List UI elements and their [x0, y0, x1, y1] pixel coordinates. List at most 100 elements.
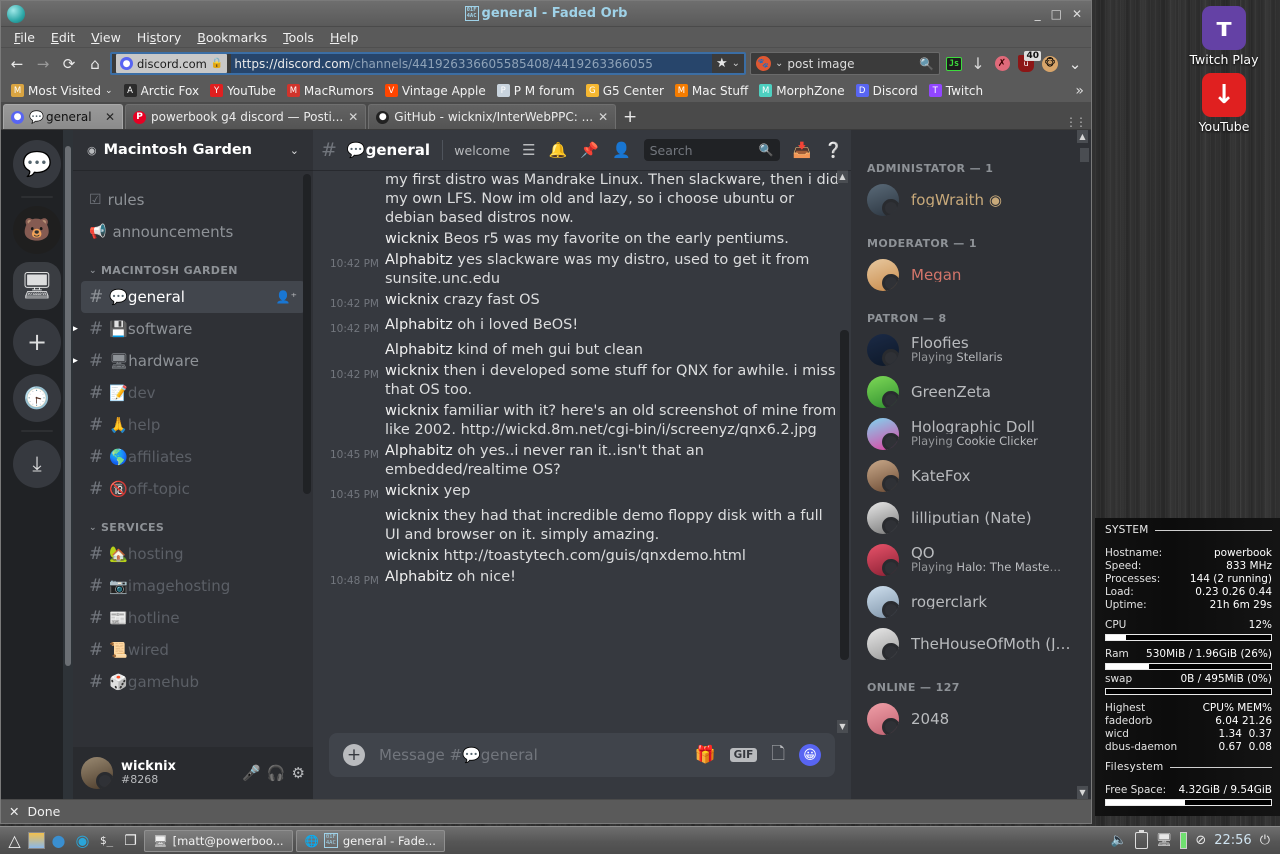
menu-edit[interactable]: Edit — [44, 29, 82, 46]
member-row[interactable]: 2048 — [859, 698, 1083, 740]
chevron-down-icon[interactable]: ⌄ — [105, 86, 113, 96]
minimize-button[interactable]: _ — [1035, 7, 1041, 21]
menu-tools[interactable]: Tools — [276, 29, 321, 46]
monkey-extension-icon[interactable]: 🐵 — [1040, 54, 1060, 74]
duckduckgo-icon[interactable]: 🐾 — [756, 56, 771, 71]
bookmark-morphzone[interactable]: M MorphZone — [754, 83, 849, 99]
bookmark-twitch[interactable]: T Twitch — [924, 83, 988, 99]
member-row[interactable]: Holographic Doll Playing Cookie Clicker — [859, 413, 1083, 455]
firefox-icon[interactable]: ◉ — [72, 830, 93, 851]
bird-browser-icon[interactable]: ● — [48, 830, 69, 851]
menu-file[interactable]: File — [7, 29, 42, 46]
channel-item-imagehosting[interactable]: # 📷imagehosting — [81, 570, 305, 602]
url-bar[interactable]: ● discord.com 🔒 https://discord.com/chan… — [110, 52, 746, 75]
message-author[interactable]: wicknix — [385, 483, 444, 499]
channel-item-dev[interactable]: # 📝dev — [81, 377, 305, 409]
rail-scrollbar[interactable] — [63, 130, 73, 799]
guild-macyn[interactable]: 🐻 — [13, 206, 61, 254]
channel-item-hotline[interactable]: # 📰hotline — [81, 602, 305, 634]
channel-item-wired[interactable]: # 📜wired — [81, 634, 305, 666]
channel-item-help[interactable]: # 🙏help — [81, 409, 305, 441]
avatar[interactable] — [81, 757, 113, 789]
tab-general[interactable]: ● 💬 general ✕ — [3, 104, 123, 129]
message-author[interactable]: Alphabitz — [385, 443, 457, 459]
noscript-icon[interactable]: ✗ — [992, 54, 1012, 74]
terminal-icon[interactable]: $_ — [96, 830, 117, 851]
download-apps-button[interactable]: ⤓ — [13, 440, 61, 488]
bookmark-vintage-apple[interactable]: V Vintage Apple — [380, 83, 491, 99]
chevron-down-icon[interactable]: ⌄ — [290, 144, 299, 157]
menu-help[interactable]: Help — [323, 29, 366, 46]
desktop-icon-youtube[interactable]: ↓ YouTube — [1176, 73, 1272, 134]
gif-button[interactable]: GIF — [729, 748, 758, 762]
search-input[interactable]: post image — [787, 57, 915, 71]
battery-icon[interactable] — [1134, 830, 1148, 849]
bookmark-mac-stuff[interactable]: M Mac Stuff — [670, 83, 753, 99]
download-arrow-icon[interactable]: ↓ — [968, 54, 988, 74]
discord-home-button[interactable]: 💬 — [13, 140, 61, 188]
member-row[interactable]: Floofies Playing Stellaris — [859, 329, 1083, 371]
forward-button[interactable]: → — [32, 53, 54, 75]
search-bar[interactable]: 🐾 ⌄ post image 🔍 — [750, 52, 940, 75]
member-row[interactable]: GreenZeta — [859, 371, 1083, 413]
member-scrollbar[interactable]: ▲ ▼ — [1077, 130, 1089, 799]
category-macintosh-garden[interactable]: ⌄ MACINTOSH GARDEN — [73, 248, 313, 281]
power-icon[interactable]: ⏻ — [1260, 833, 1270, 848]
headphones-muted-icon[interactable]: 🎧 — [267, 764, 286, 782]
channel-item-announcements[interactable]: 📢 announcements — [81, 216, 305, 248]
ublock-origin-icon[interactable]: u 40 — [1016, 50, 1041, 74]
message-author[interactable]: wicknix — [385, 292, 444, 308]
message-author[interactable]: Alphabitz — [385, 252, 457, 268]
chevron-down-icon[interactable]: ⌄ — [775, 58, 783, 69]
emoji-icon[interactable]: 😀 — [799, 744, 821, 766]
guild-header[interactable]: ◉ Macintosh Garden ⌄ — [73, 130, 313, 170]
channel-item-software[interactable]: ▶ # 💾software — [73, 313, 305, 345]
volume-icon[interactable]: 🔈 — [1111, 833, 1127, 848]
do-not-disturb-icon[interactable]: ⊘ — [1195, 833, 1206, 848]
tab-close-icon[interactable]: ✕ — [105, 110, 115, 124]
desktop-icon-twitch-play[interactable]: ᴛ Twitch Play — [1176, 6, 1272, 67]
channel-item-off-topic[interactable]: # 🔞off-topic — [81, 473, 305, 505]
message-author[interactable]: wicknix — [385, 231, 444, 247]
scroll-up-arrow-icon[interactable]: ▲ — [1077, 130, 1088, 143]
stop-loading-icon[interactable]: ✕ — [9, 804, 19, 819]
notification-bell-icon[interactable]: 🔔 — [549, 141, 568, 159]
channel-item-hardware[interactable]: ▶ # 🖥hardware — [73, 345, 305, 377]
tab-close-icon[interactable]: ✕ — [348, 110, 358, 124]
guild-macintosh-garden[interactable]: 🖥 — [13, 262, 61, 310]
home-button[interactable]: ⌂ — [84, 53, 106, 75]
channel-item-gamehub[interactable]: # 🎲gamehub — [81, 666, 305, 698]
message-author[interactable]: Alphabitz — [385, 569, 457, 585]
tab-github[interactable]: ● GitHub - wicknix/InterWebPPC: ... ✕ — [368, 104, 617, 129]
member-row[interactable]: QOPlaying Halo: The Master Chi... — [859, 539, 1083, 581]
channel-item-rules[interactable]: ☑ rules — [81, 184, 305, 216]
sticker-icon[interactable]: 🗋 — [771, 741, 785, 770]
microphone-muted-icon[interactable]: 🎤 — [242, 764, 261, 782]
help-icon[interactable]: ❔ — [824, 141, 843, 159]
pinned-messages-icon[interactable]: 📌 — [580, 141, 599, 159]
tab-close-icon[interactable]: ✕ — [598, 110, 608, 124]
bookmark-p-m-forum[interactable]: PP M forum — [492, 83, 580, 99]
gift-icon[interactable]: 🎁 — [694, 745, 715, 765]
message-author[interactable]: wicknix — [385, 508, 444, 524]
windows-icon[interactable]: ❐ — [120, 830, 141, 851]
tab-pinterest[interactable]: P powerbook g4 discord — Posti... ✕ — [125, 104, 367, 129]
bookmark-youtube[interactable]: Y YouTube — [205, 83, 281, 99]
monitor-icon[interactable]: 🖥 — [1156, 833, 1173, 848]
member-row[interactable]: rogerclark — [859, 581, 1083, 623]
message-author[interactable]: wicknix — [385, 548, 444, 564]
taskbar-window-terminal[interactable]: 🖥 [matt@powerboo... — [144, 829, 293, 852]
close-button[interactable]: ✕ — [1072, 7, 1082, 21]
scroll-down-arrow-icon[interactable]: ▼ — [837, 720, 848, 733]
menu-history[interactable]: History — [130, 29, 188, 46]
chevron-down-icon[interactable]: ⌄ — [732, 58, 740, 69]
bookmark-macrumors[interactable]: M MacRumors — [282, 83, 379, 99]
reload-button[interactable]: ⟳ — [58, 53, 80, 75]
search-icon[interactable]: 🔍 — [919, 57, 934, 71]
menu-bookmarks[interactable]: Bookmarks — [190, 29, 274, 46]
url-text[interactable]: https://discord.com/channels/44192633660… — [231, 54, 712, 73]
member-row[interactable]: fogWraith ◉ — [859, 179, 1083, 221]
file-manager-icon[interactable] — [28, 832, 45, 849]
member-list-icon[interactable]: 👤 — [612, 141, 631, 159]
add-member-icon[interactable]: 👤⁺ — [276, 290, 297, 304]
